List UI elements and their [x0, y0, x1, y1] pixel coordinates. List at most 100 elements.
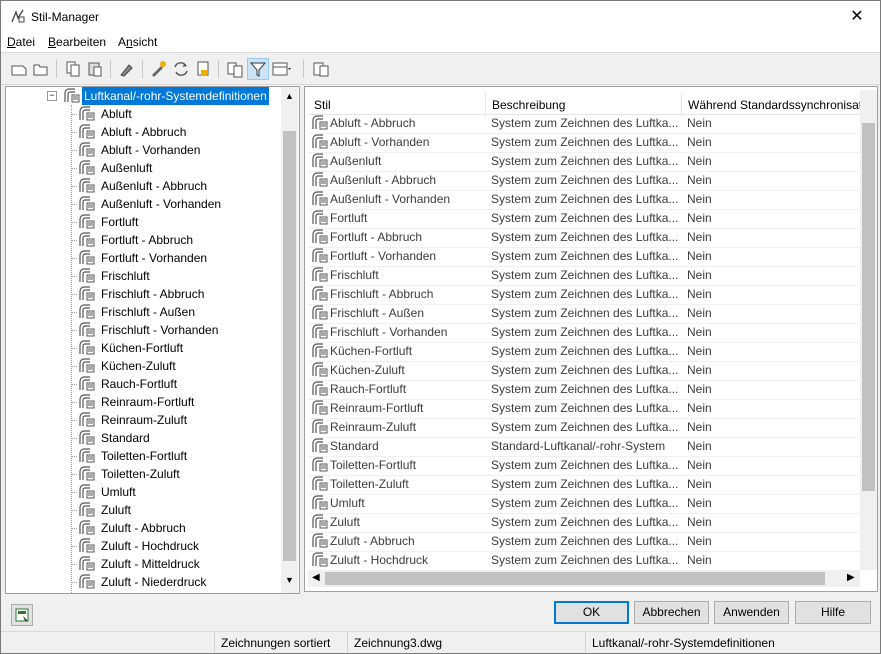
tree-item[interactable]: Frischluft - Abbruch: [71, 285, 276, 303]
toolbar: [1, 54, 880, 85]
scroll-up-icon[interactable]: ▲: [285, 91, 294, 101]
new-icon[interactable]: [9, 59, 29, 79]
list-row[interactable]: Küchen-Fortluft System zum Zeichnen des L…: [308, 342, 860, 362]
list-row[interactable]: Abluft - Vorhanden System zum Zeichnen de…: [308, 133, 860, 153]
list-hscrollbar[interactable]: ◀ ▶: [308, 570, 860, 587]
list-row[interactable]: Reinraum-Fortluft System zum Zeichnen des…: [308, 399, 860, 419]
help-button[interactable]: Hilfe: [795, 601, 871, 624]
tree-item[interactable]: Frischluft - Außen: [71, 303, 276, 321]
drawing-settings-button[interactable]: [11, 604, 33, 626]
tree-item[interactable]: Zuluft - Mitteldruck: [71, 555, 276, 573]
purge-icon[interactable]: [117, 59, 137, 79]
tree-item[interactable]: Zuluft - Hochdruck: [71, 537, 276, 555]
view-mode-icon[interactable]: [271, 59, 291, 79]
tree-item-label: Fortluft - Abbruch: [101, 233, 194, 247]
sync-icon[interactable]: [171, 59, 191, 79]
status-category: Luftkanal/-rohr-Systemdefinitionen: [585, 632, 880, 653]
edit-style-icon[interactable]: [149, 59, 169, 79]
list-row[interactable]: Außenluft - Abbruch System zum Zeichnen d…: [308, 171, 860, 191]
toggle-view-icon[interactable]: [225, 59, 245, 79]
menu-ansicht[interactable]: Ansicht: [118, 35, 157, 49]
filter-icon[interactable]: [247, 58, 269, 80]
scroll-left-icon[interactable]: ◀: [312, 572, 320, 583]
tree-item[interactable]: Fortluft - Vorhanden: [71, 249, 276, 267]
list-row[interactable]: Standard Standard-Luftkanal/-rohr-System N…: [308, 437, 860, 457]
collapse-icon[interactable]: −: [47, 91, 57, 101]
tree-item[interactable]: Frischluft - Vorhanden: [71, 321, 276, 339]
properties-icon[interactable]: [311, 59, 331, 79]
tree-scroll-thumb[interactable]: [283, 131, 296, 561]
duct-style-icon: [78, 232, 96, 248]
list-row[interactable]: Frischluft - Abbruch System zum Zeichnen …: [308, 285, 860, 305]
tree-scrollbar[interactable]: ▲ ▼: [281, 87, 298, 593]
list-row[interactable]: Frischluft System zum Zeichnen des Luftka…: [308, 266, 860, 286]
list-row[interactable]: Außenluft - Vorhanden System zum Zeichnen…: [308, 190, 860, 210]
copy-icon[interactable]: [63, 59, 83, 79]
scroll-down-icon[interactable]: ▼: [285, 575, 294, 585]
tree-item[interactable]: Zuluft - Niederdruck: [71, 573, 276, 591]
cell-sync: Nein: [687, 173, 712, 187]
tree-item[interactable]: Zuluft - Abbruch: [71, 519, 276, 537]
cell-beschreibung: System zum Zeichnen des Luftka...: [491, 154, 679, 168]
paste-icon[interactable]: [85, 59, 105, 79]
list-vscrollbar[interactable]: [860, 90, 877, 570]
cell-beschreibung: Standard-Luftkanal/-rohr-System: [491, 439, 666, 453]
list-row[interactable]: Fortluft - Abbruch System zum Zeichnen de…: [308, 228, 860, 248]
scroll-right-icon[interactable]: ▶: [847, 572, 855, 583]
duct-style-icon: [311, 362, 329, 378]
tree-item-label: Frischluft - Vorhanden: [101, 323, 219, 337]
tree-item-label: Umluft: [101, 485, 136, 499]
duct-style-icon: [78, 214, 96, 230]
apply-button[interactable]: Anwenden: [714, 601, 789, 624]
tree-item[interactable]: Außenluft - Vorhanden: [71, 195, 276, 213]
ok-button[interactable]: OK: [554, 601, 629, 624]
menu-datei[interactable]: Datei: [7, 35, 35, 49]
list-hscroll-thumb[interactable]: [325, 572, 825, 585]
list-row[interactable]: Abluft - Abbruch System zum Zeichnen des …: [308, 114, 860, 134]
list-row[interactable]: Toiletten-Zuluft System zum Zeichnen des …: [308, 475, 860, 495]
tree-item[interactable]: Küchen-Zuluft: [71, 357, 276, 375]
tree-item-label: Fortluft - Vorhanden: [101, 251, 208, 265]
tree-item[interactable]: Außenluft: [71, 159, 276, 177]
list-row[interactable]: Zuluft - Abbruch System zum Zeichnen des …: [308, 532, 860, 552]
list-row[interactable]: Fortluft - Vorhanden System zum Zeichnen …: [308, 247, 860, 267]
list-row[interactable]: Umluft System zum Zeichnen des Luftka... N…: [308, 494, 860, 514]
tree-item[interactable]: Umluft: [71, 483, 276, 501]
cell-sync: Nein: [687, 477, 712, 491]
cell-beschreibung: System zum Zeichnen des Luftka...: [491, 211, 679, 225]
tree-item[interactable]: Toiletten-Fortluft: [71, 447, 276, 465]
menu-bearbeiten[interactable]: Bearbeiten: [48, 35, 106, 49]
tree-item[interactable]: Zuluft: [71, 501, 276, 519]
cancel-button[interactable]: Abbrechen: [634, 601, 709, 624]
tree-item[interactable]: Abluft: [71, 105, 276, 123]
list-scroll-thumb[interactable]: [862, 123, 875, 491]
list-row[interactable]: Toiletten-Fortluft System zum Zeichnen de…: [308, 456, 860, 476]
list-row[interactable]: Außenluft System zum Zeichnen des Luftka.…: [308, 152, 860, 172]
tree-item[interactable]: Frischluft: [71, 267, 276, 285]
tree-item[interactable]: Standard: [71, 429, 276, 447]
list-row[interactable]: Zuluft System zum Zeichnen des Luftka... N…: [308, 513, 860, 533]
list-row[interactable]: Rauch-Fortluft System zum Zeichnen des Lu…: [308, 380, 860, 400]
tree-root[interactable]: − Luftkanal/-rohr-Systemdefinitionen: [47, 87, 280, 106]
tree-item[interactable]: Außenluft - Abbruch: [71, 177, 276, 195]
list-row[interactable]: Frischluft - Vorhanden System zum Zeichne…: [308, 323, 860, 343]
duct-style-icon: [78, 178, 96, 194]
tree-item[interactable]: Abluft - Vorhanden: [71, 141, 276, 159]
open-icon[interactable]: [31, 59, 51, 79]
list-row[interactable]: Fortluft System zum Zeichnen des Luftka..…: [308, 209, 860, 229]
list-row[interactable]: Zuluft - Hochdruck System zum Zeichnen de…: [308, 551, 860, 571]
tree-item[interactable]: Küchen-Fortluft: [71, 339, 276, 357]
tree-item[interactable]: Rauch-Fortluft: [71, 375, 276, 393]
status-sort: Zeichnungen sortiert: [214, 632, 346, 653]
close-button[interactable]: ✕: [834, 1, 880, 32]
list-row[interactable]: Küchen-Zuluft System zum Zeichnen des Luf…: [308, 361, 860, 381]
tree-item[interactable]: Toiletten-Zuluft: [71, 465, 276, 483]
tree-item[interactable]: Fortluft: [71, 213, 276, 231]
tree-item[interactable]: Reinraum-Zuluft: [71, 411, 276, 429]
settings-icon[interactable]: [193, 59, 213, 79]
list-row[interactable]: Frischluft - Außen System zum Zeichnen de…: [308, 304, 860, 324]
list-row[interactable]: Reinraum-Zuluft System zum Zeichnen des L…: [308, 418, 860, 438]
tree-item[interactable]: Abluft - Abbruch: [71, 123, 276, 141]
tree-item[interactable]: Fortluft - Abbruch: [71, 231, 276, 249]
tree-item[interactable]: Reinraum-Fortluft: [71, 393, 276, 411]
